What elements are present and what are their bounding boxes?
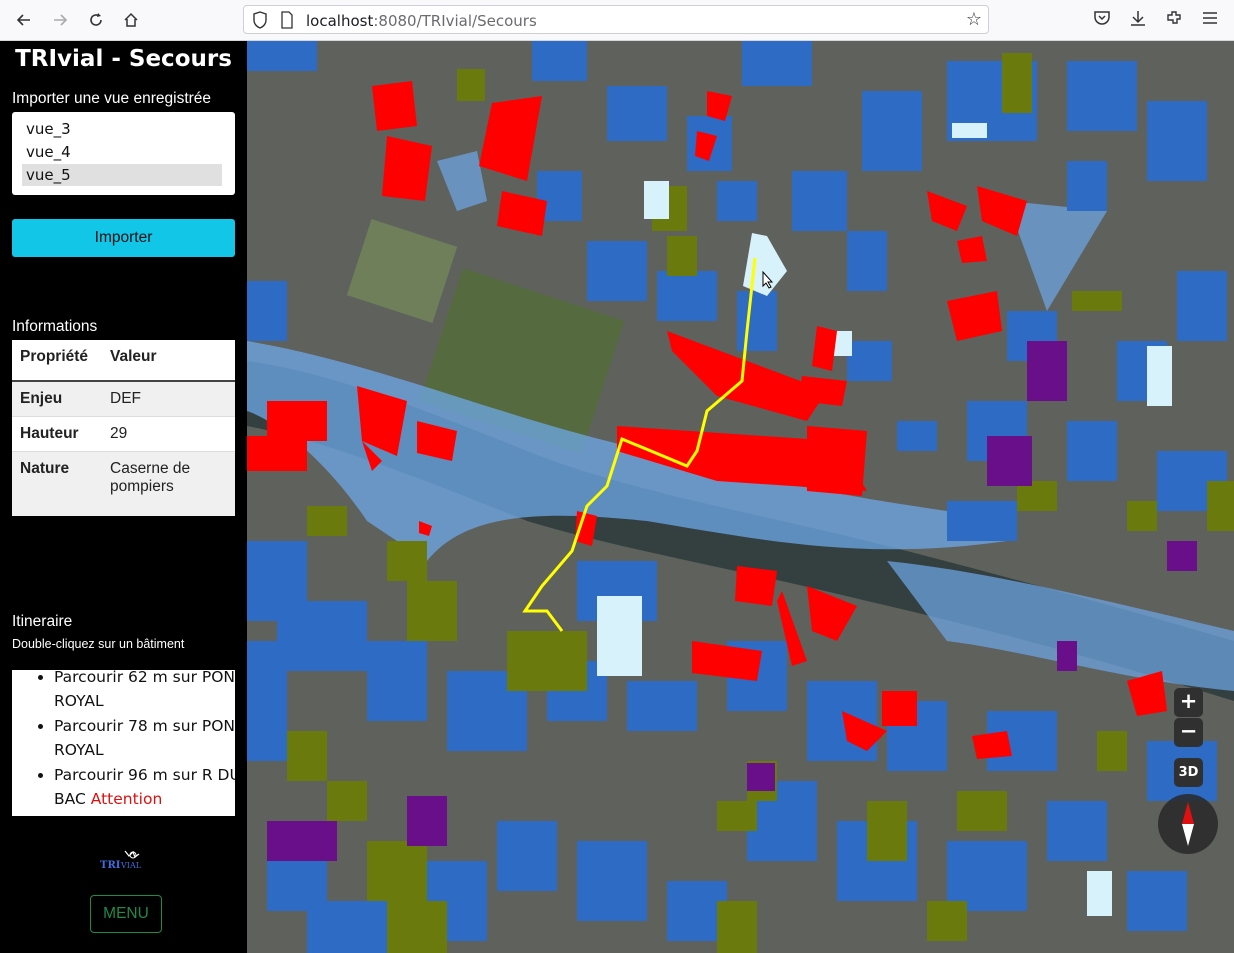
info-table: Propriété Valeur Enjeu DEF Hauteur 29 Na…	[12, 340, 235, 516]
reload-icon[interactable]	[84, 8, 108, 32]
zoom-out-button[interactable]: −	[1174, 718, 1203, 747]
informations-label: Informations	[12, 318, 98, 335]
hamburger-menu-icon[interactable]	[1201, 9, 1219, 31]
menu-button[interactable]: MENU	[90, 895, 162, 933]
table-row: Nature Caserne de pompiers	[12, 451, 235, 516]
home-icon[interactable]	[119, 8, 143, 32]
zoom-in-button[interactable]: +	[1174, 688, 1203, 717]
table-row: Hauteur 29	[12, 416, 235, 452]
shield-icon[interactable]	[252, 11, 268, 33]
map-canvas[interactable]	[247, 41, 1234, 953]
pocket-icon[interactable]	[1093, 9, 1111, 31]
sidebar: TRIvial - Secours Importer une vue enreg…	[0, 41, 247, 953]
import-button[interactable]: Importer	[12, 219, 235, 257]
bookmark-star-icon[interactable]: ☆	[966, 9, 982, 30]
view-option[interactable]: vue_3	[22, 118, 222, 140]
extensions-icon[interactable]	[1165, 9, 1183, 31]
url-text: localhost:8080/TRIvial/Secours	[306, 12, 537, 30]
browser-toolbar: localhost:8080/TRIvial/Secours ☆	[0, 0, 1234, 41]
view-option[interactable]: vue_4	[22, 141, 222, 163]
row-key: Hauteur	[12, 416, 102, 452]
table-header: Valeur	[102, 340, 235, 382]
import-view-label: Importer une vue enregistrée	[12, 90, 212, 107]
url-bar[interactable]: localhost:8080/TRIvial/Secours ☆	[243, 5, 989, 34]
warning-text: Attention	[90, 790, 163, 808]
list-item: Parcourir 96 m sur R DU BAC Attention	[54, 763, 235, 811]
row-key: Nature	[12, 451, 102, 516]
itinerary-label: Itineraire	[12, 613, 73, 630]
app-title: TRIvial - Secours	[15, 46, 232, 72]
list-item: Parcourir 78 m sur PONT ROYAL	[54, 714, 235, 762]
toggle-3d-button[interactable]: 3D	[1174, 758, 1203, 787]
list-item: Parcourir 62 m sur PONT ROYAL	[54, 670, 235, 713]
svg-text:TRI: TRI	[100, 860, 121, 871]
row-value: Caserne de pompiers	[102, 451, 235, 516]
views-listbox[interactable]: vue_3 vue_4 vue_5	[12, 112, 235, 195]
forward-icon[interactable]	[48, 8, 72, 32]
map-view[interactable]: + − 3D	[247, 41, 1234, 953]
table-row: Enjeu DEF	[12, 380, 235, 417]
download-icon[interactable]	[1129, 9, 1147, 31]
itinerary-list[interactable]: Parcourir 62 m sur PONT ROYAL Parcourir …	[12, 670, 235, 816]
page-icon[interactable]	[280, 11, 294, 33]
view-option-selected[interactable]: vue_5	[22, 164, 222, 186]
row-value: 29	[102, 416, 235, 452]
compass-icon[interactable]	[1158, 794, 1218, 854]
row-value: DEF	[102, 380, 235, 417]
itinerary-hint: Double-cliquez sur un bâtiment	[12, 637, 185, 651]
back-icon[interactable]	[12, 8, 36, 32]
svg-text:VIAL: VIAL	[120, 861, 142, 870]
table-header: Propriété	[12, 340, 102, 382]
trivial-logo: TRI VIAL	[99, 849, 149, 871]
row-key: Enjeu	[12, 380, 102, 417]
